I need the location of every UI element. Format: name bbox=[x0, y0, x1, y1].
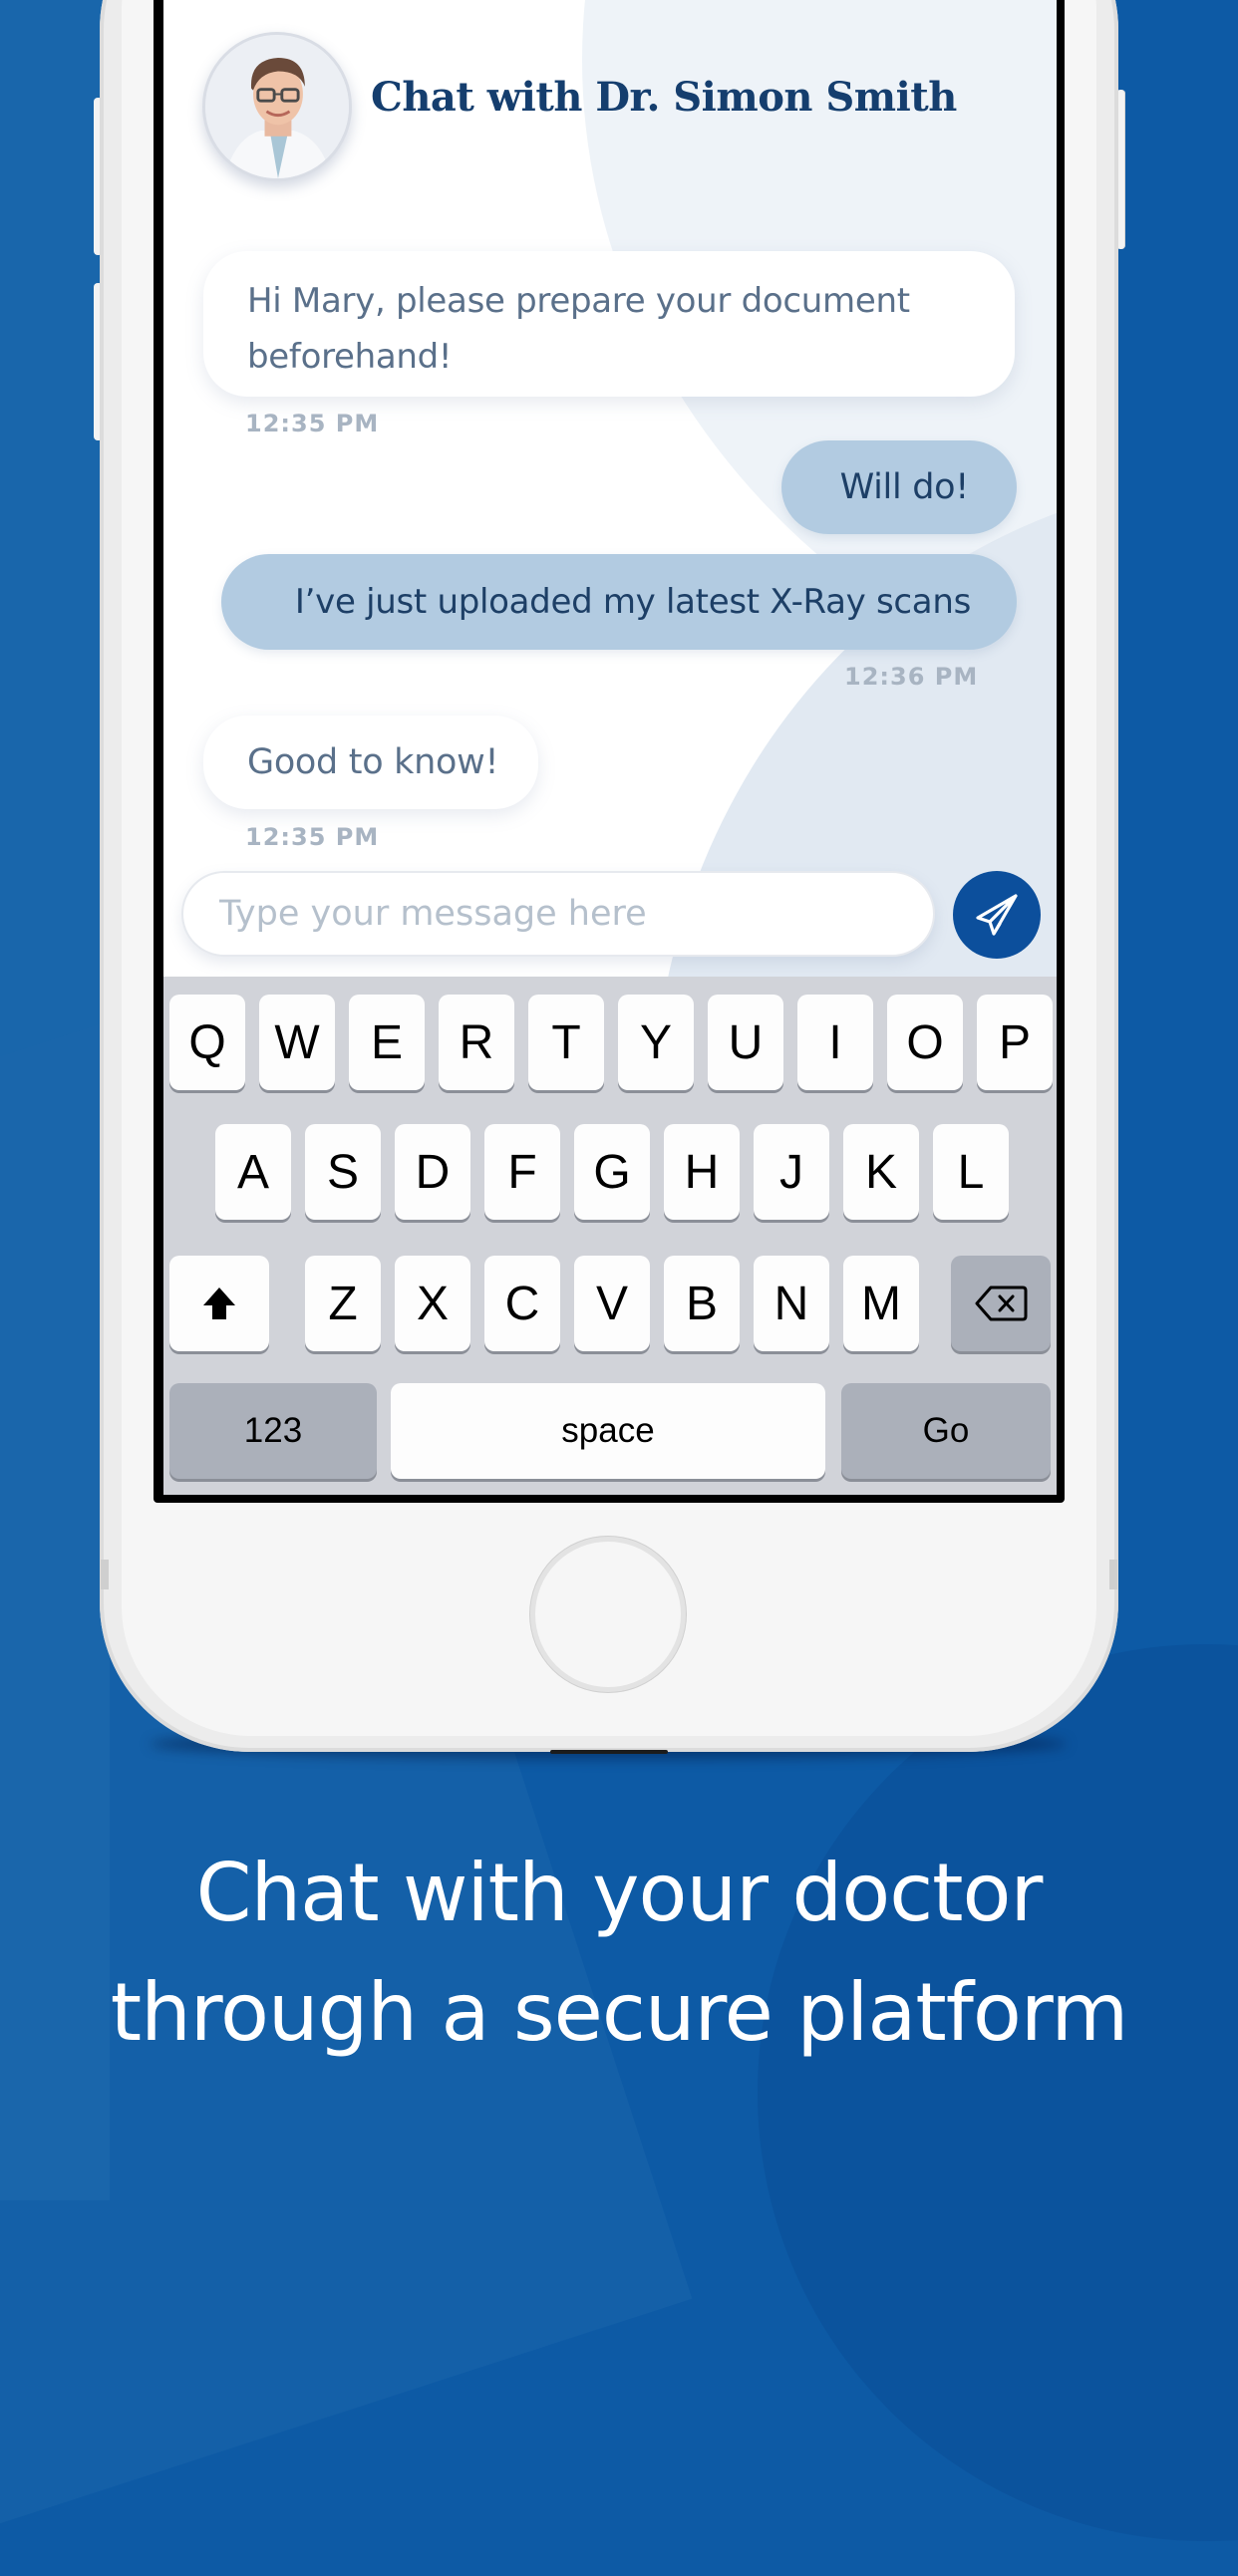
go-key[interactable]: Go bbox=[841, 1383, 1051, 1479]
background-shape bbox=[758, 1644, 1238, 2541]
key-i[interactable]: I bbox=[797, 995, 873, 1090]
doctor-avatar[interactable] bbox=[202, 32, 352, 181]
message-timestamp: 12:36 PM bbox=[844, 663, 979, 691]
key-n[interactable]: N bbox=[754, 1256, 829, 1351]
message-incoming: Hi Mary, please prepare your document be… bbox=[203, 251, 1015, 397]
key-x[interactable]: X bbox=[395, 1256, 470, 1351]
key-p[interactable]: P bbox=[977, 995, 1053, 1090]
shift-arrow-icon bbox=[203, 1288, 235, 1319]
key-l[interactable]: L bbox=[933, 1124, 1009, 1220]
message-composer bbox=[181, 871, 935, 957]
doctor-portrait-icon bbox=[205, 35, 349, 178]
message-timestamp: 12:35 PM bbox=[245, 410, 380, 437]
message-outgoing: Will do! bbox=[781, 440, 1017, 534]
numbers-key[interactable]: 123 bbox=[169, 1383, 377, 1479]
key-d[interactable]: D bbox=[395, 1124, 470, 1220]
key-z[interactable]: Z bbox=[305, 1256, 381, 1351]
antenna-line bbox=[101, 1560, 109, 1589]
key-e[interactable]: E bbox=[349, 995, 425, 1090]
marketing-caption: Chat with your doctor through a secure p… bbox=[0, 1834, 1238, 2073]
space-key[interactable]: space bbox=[391, 1383, 825, 1479]
key-c[interactable]: C bbox=[484, 1256, 560, 1351]
antenna-line bbox=[1109, 1560, 1117, 1589]
chat-title: Chat with Dr. Simon Smith bbox=[371, 74, 957, 121]
caption-line: through a secure platform bbox=[110, 1966, 1129, 2059]
message-input[interactable] bbox=[183, 873, 933, 955]
key-h[interactable]: H bbox=[664, 1124, 740, 1220]
chat-screen: Chat with Dr. Simon Smith Hi Mary, pleas… bbox=[163, 0, 1057, 1495]
caption-line: Chat with your doctor bbox=[195, 1847, 1044, 1939]
paper-plane-icon bbox=[976, 894, 1018, 936]
message-outgoing: I’ve just uploaded my latest X-Ray scans bbox=[221, 554, 1017, 650]
key-f[interactable]: F bbox=[484, 1124, 560, 1220]
backspace-icon bbox=[975, 1286, 1028, 1321]
key-g[interactable]: G bbox=[574, 1124, 650, 1220]
keyboard: QWERTYUIOP ASDFGHJKL ZXCVBNM 123 space G… bbox=[163, 977, 1057, 1495]
message-timestamp: 12:35 PM bbox=[245, 823, 380, 851]
key-q[interactable]: Q bbox=[169, 995, 245, 1090]
key-b[interactable]: B bbox=[664, 1256, 740, 1351]
key-r[interactable]: R bbox=[439, 995, 514, 1090]
key-y[interactable]: Y bbox=[618, 995, 694, 1090]
send-button[interactable] bbox=[953, 871, 1041, 959]
key-o[interactable]: O bbox=[887, 995, 963, 1090]
key-k[interactable]: K bbox=[843, 1124, 919, 1220]
key-s[interactable]: S bbox=[305, 1124, 381, 1220]
key-m[interactable]: M bbox=[843, 1256, 919, 1351]
message-incoming: Good to know! bbox=[203, 716, 538, 809]
delete-key[interactable] bbox=[951, 1256, 1051, 1351]
lightning-port bbox=[550, 1750, 668, 1754]
key-t[interactable]: T bbox=[528, 995, 604, 1090]
key-w[interactable]: W bbox=[259, 995, 335, 1090]
shift-key[interactable] bbox=[169, 1256, 269, 1351]
key-j[interactable]: J bbox=[754, 1124, 829, 1220]
key-a[interactable]: A bbox=[215, 1124, 291, 1220]
key-v[interactable]: V bbox=[574, 1256, 650, 1351]
home-button[interactable] bbox=[530, 1537, 686, 1692]
key-u[interactable]: U bbox=[708, 995, 783, 1090]
